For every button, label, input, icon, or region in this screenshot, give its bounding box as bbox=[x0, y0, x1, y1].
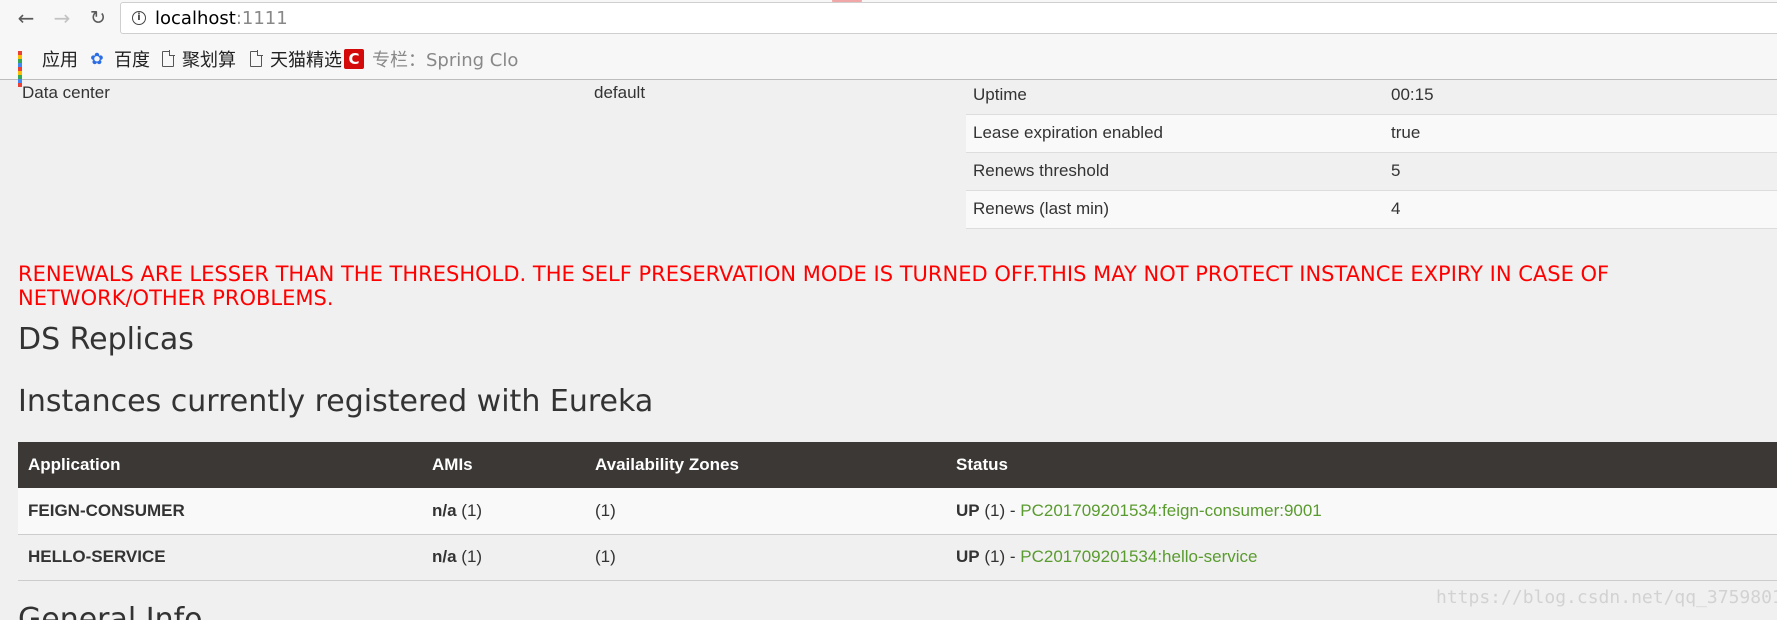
bookmark-baidu[interactable]: ✿ 百度 bbox=[88, 44, 150, 74]
amis-cell: n/a (1) bbox=[422, 488, 585, 535]
column-header-status: Status bbox=[946, 442, 1777, 488]
status-row: Uptime 00:15 bbox=[966, 76, 1777, 115]
data-center-value: default bbox=[594, 83, 646, 102]
status-value: true bbox=[1384, 114, 1777, 153]
info-icon[interactable]: i bbox=[132, 11, 146, 25]
table-row: HELLO-SERVICE n/a (1) (1) UP (1) - PC201… bbox=[18, 534, 1777, 581]
application-name: FEIGN-CONSUMER bbox=[18, 488, 422, 535]
bookmark-juhuasuan[interactable]: 聚划算 bbox=[162, 44, 236, 74]
bookmark-apps[interactable]: 应用 bbox=[18, 44, 78, 87]
status-row: Lease expiration enabled true bbox=[966, 114, 1777, 153]
forward-arrow-icon[interactable]: → bbox=[50, 6, 74, 30]
data-center-label: Data center bbox=[22, 83, 110, 102]
ds-replicas-heading: DS Replicas bbox=[18, 322, 194, 357]
status-count: (1) - bbox=[984, 500, 1016, 520]
csdn-icon: C bbox=[344, 49, 364, 69]
url-text[interactable]: localhost:1111 bbox=[155, 8, 288, 29]
bookmark-label: 聚划算 bbox=[182, 50, 236, 71]
bookmark-label: 天猫精选 bbox=[270, 50, 342, 71]
reload-icon[interactable]: ↻ bbox=[86, 6, 110, 30]
status-value: 00:15 bbox=[1384, 76, 1777, 115]
ami-count: (1) bbox=[461, 500, 483, 520]
status-count: (1) - bbox=[984, 547, 1016, 566]
url-host: localhost bbox=[155, 8, 236, 29]
bookmarks-bar: 应用 ✿ 百度 聚划算 天猫精选 C 专栏：Spring Clo bbox=[0, 44, 1777, 87]
status-value: 5 bbox=[1384, 152, 1777, 191]
page-icon bbox=[162, 50, 175, 67]
apps-grid-icon bbox=[18, 51, 34, 87]
browser-chrome: ← → ↻ i localhost:1111 应用 ✿ 百度 聚划算 天猫精选 … bbox=[0, 0, 1777, 87]
status-label: Renews threshold bbox=[966, 152, 1384, 191]
bookmark-spring-column[interactable]: C 专栏：Spring Clo bbox=[344, 44, 518, 74]
bookmark-tmall[interactable]: 天猫精选 bbox=[250, 44, 342, 74]
watermark: https://blog.csdn.net/qq_37598011 bbox=[1436, 587, 1777, 608]
zones-cell: (1) bbox=[585, 534, 946, 581]
ami-count: (1) bbox=[461, 547, 483, 566]
status-row: Renews (last min) 4 bbox=[966, 190, 1777, 229]
instance-link[interactable]: PC201709201534:feign-consumer:9001 bbox=[1020, 501, 1322, 520]
status-cell: UP (1) - PC201709201534:hello-service bbox=[946, 534, 1777, 581]
zones-cell: (1) bbox=[585, 488, 946, 535]
column-header-amis: AMIs bbox=[422, 442, 585, 488]
instances-table: Application AMIs Availability Zones Stat… bbox=[18, 442, 1777, 581]
baidu-paw-icon: ✿ bbox=[90, 49, 104, 68]
status-value: 4 bbox=[1384, 190, 1777, 229]
bookmark-label: 应用 bbox=[42, 50, 78, 71]
instances-heading: Instances currently registered with Eure… bbox=[18, 384, 654, 419]
status-label: Lease expiration enabled bbox=[966, 114, 1384, 153]
column-header-application: Application bbox=[18, 442, 422, 488]
status-up: UP bbox=[956, 547, 980, 566]
bookmark-label: 百度 bbox=[114, 50, 150, 71]
column-header-availability-zones: Availability Zones bbox=[585, 442, 946, 488]
self-preservation-warning: RENEWALS ARE LESSER THAN THE THRESHOLD. … bbox=[18, 262, 1610, 310]
ami-value: n/a bbox=[432, 547, 457, 566]
amis-cell: n/a (1) bbox=[422, 534, 585, 581]
status-cell: UP (1) - PC201709201534:feign-consumer:9… bbox=[946, 488, 1777, 535]
ami-value: n/a bbox=[432, 500, 457, 520]
application-name: HELLO-SERVICE bbox=[18, 534, 422, 581]
instance-link[interactable]: PC201709201534:hello-service bbox=[1020, 547, 1257, 566]
address-bar[interactable]: i localhost:1111 bbox=[120, 2, 1777, 34]
page-icon bbox=[250, 50, 263, 67]
general-info-heading: General Info bbox=[18, 602, 203, 620]
status-label: Uptime bbox=[966, 76, 1384, 115]
back-arrow-icon[interactable]: ← bbox=[14, 6, 38, 30]
status-up: UP bbox=[956, 500, 980, 520]
system-status-table: Uptime 00:15 Lease expiration enabled tr… bbox=[966, 76, 1777, 229]
status-row: Renews threshold 5 bbox=[966, 152, 1777, 191]
url-port: :1111 bbox=[235, 8, 288, 29]
table-header-row: Application AMIs Availability Zones Stat… bbox=[18, 442, 1777, 488]
bookmark-label: 专栏：Spring Clo bbox=[372, 50, 519, 71]
status-label: Renews (last min) bbox=[966, 190, 1384, 229]
table-row: FEIGN-CONSUMER n/a (1) (1) UP (1) - PC20… bbox=[18, 488, 1777, 535]
